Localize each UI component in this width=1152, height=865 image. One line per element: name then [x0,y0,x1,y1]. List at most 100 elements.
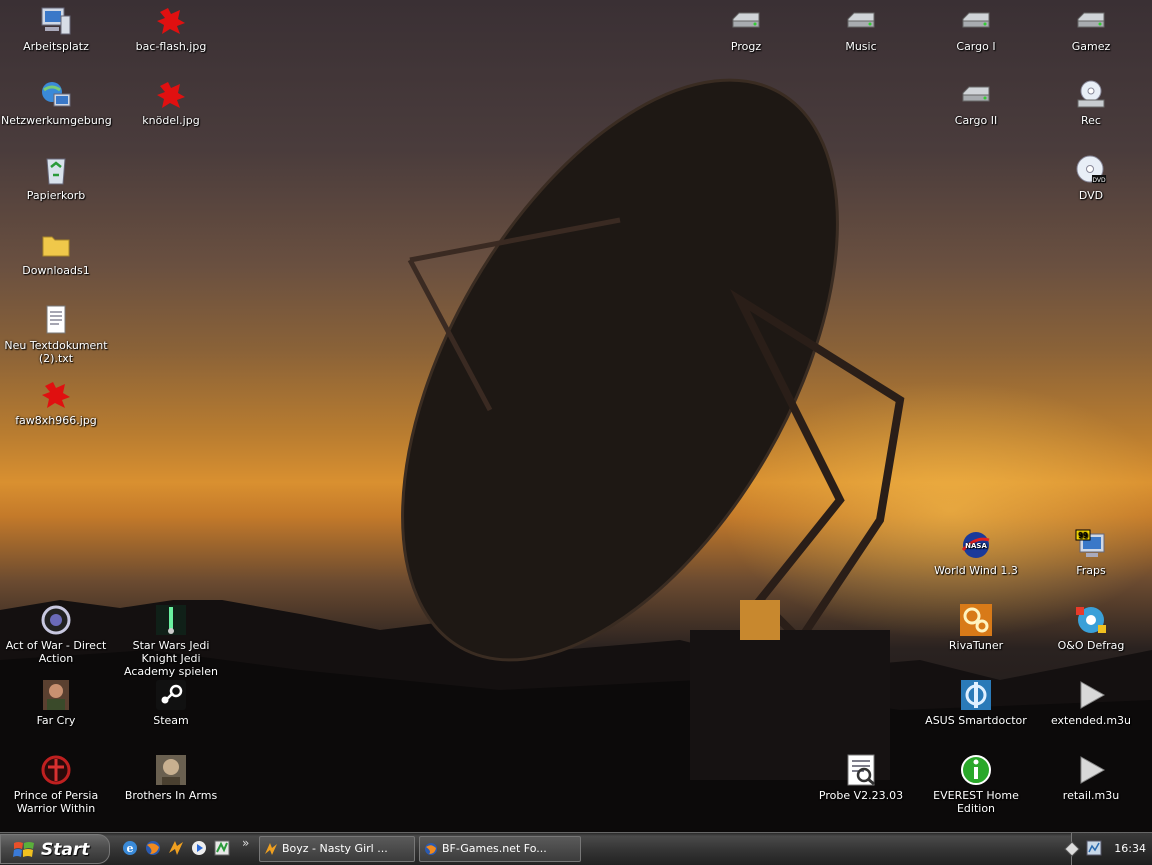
desktop-icon-netzwerkumgebung[interactable]: Netzwerkumgebung [1,78,112,127]
desktop-icon-oo-defrag[interactable]: O&O Defrag [1036,603,1146,652]
desktop-icon-knoedel[interactable]: knödel.jpg [116,78,226,127]
desktop-icon-cargo-i[interactable]: Cargo I [921,4,1031,53]
gears-icon [960,604,992,636]
network-icon [42,82,71,107]
probe-icon [847,754,875,786]
game-icon [43,680,69,710]
icon-label: knödel.jpg [142,114,200,127]
my-computer-icon [41,7,71,35]
svg-text:99: 99 [1078,531,1088,540]
desktop-icon-rec[interactable]: Rec [1036,78,1146,127]
desktop-icon-everest[interactable]: EVEREST Home Edition [921,753,1031,815]
asus-icon [961,680,991,710]
desktop-icon-brothers-in-arms[interactable]: Brothers In Arms [116,753,226,802]
game-icon [41,755,71,785]
desktop-icon-prince-of-persia[interactable]: Prince of Persia Warrior Within [1,753,111,815]
icon-label: Arbeitsplatz [23,40,89,53]
desktop-icon-faw8xh966[interactable]: faw8xh966.jpg [1,378,111,427]
icon-label: Neu Textdokument (2).txt [4,339,108,365]
icon-label: Probe V2.23.03 [818,789,904,802]
icon-label: Papierkorb [26,189,86,202]
task-button-boyz[interactable]: Boyz - Nasty Girl ... [259,836,415,862]
ie-icon[interactable]: e [121,839,139,857]
icon-label: bac-flash.jpg [135,40,207,53]
icon-label: RivaTuner [948,639,1004,652]
desktop-icon-dvd[interactable]: DVD DVD [1036,153,1146,202]
game-icon [156,755,186,785]
icon-label: Netzwerkumgebung [1,114,112,127]
jpg-file-icon [157,82,185,108]
icon-label: Brothers In Arms [124,789,218,802]
icon-label: Progz [730,40,762,53]
desktop: Arbeitsplatz bac-flash.jpg Netzwerkumgeb… [0,0,1152,832]
media-player-icon[interactable] [190,839,208,857]
icon-label: Far Cry [36,714,76,727]
icon-label: retail.m3u [1062,789,1120,802]
app-icon[interactable] [213,839,231,857]
desktop-icon-downloads1[interactable]: Downloads1 [1,228,111,277]
recycle-bin-icon [46,158,66,185]
desktop-icon-far-cry[interactable]: Far Cry [1,678,111,727]
drive-icon [847,12,875,28]
desktop-icon-rivatuner[interactable]: RivaTuner [921,603,1031,652]
desktop-icon-papierkorb[interactable]: Papierkorb [1,153,111,202]
desktop-icon-cargo-ii[interactable]: Cargo II [921,78,1031,127]
svg-text:e: e [127,842,134,855]
desktop-icon-jedi-academy[interactable]: Star Wars Jedi Knight Jedi Academy spiel… [116,603,226,678]
game-icon [156,605,186,635]
game-icon [41,605,71,635]
info-icon [961,755,991,785]
tray-app-icon[interactable] [1086,840,1102,856]
desktop-icon-progz[interactable]: Progz [691,4,801,53]
jpg-file-icon [42,382,70,408]
winamp-icon [265,843,277,855]
desktop-icon-bac-flash[interactable]: bac-flash.jpg [116,4,226,53]
drive-icon [962,86,990,102]
tray-diamond-icon[interactable] [1064,841,1080,857]
icon-label: Star Wars Jedi Knight Jedi Academy spiel… [124,639,218,678]
icon-label: faw8xh966.jpg [15,414,97,427]
desktop-icon-music[interactable]: Music [806,4,916,53]
cd-drive-icon [1077,80,1105,108]
firefox-icon[interactable] [144,839,162,857]
desktop-icon-gamez[interactable]: Gamez [1036,4,1146,53]
steam-icon [156,680,186,710]
drive-icon [732,12,760,28]
icon-label: Cargo II [954,114,998,127]
icon-label: World Wind 1.3 [934,564,1018,577]
folder-icon [42,236,70,257]
desktop-icon-act-of-war[interactable]: Act of War - Direct Action [1,603,111,665]
desktop-icon-world-wind[interactable]: NASA World Wind 1.3 [921,528,1031,577]
desktop-icon-asus-smartdoctor[interactable]: ASUS Smartdoctor [921,678,1031,727]
icon-label: extended.m3u [1050,714,1132,727]
task-label: Boyz - Nasty Girl ... [282,842,388,855]
quick-launch-more[interactable]: » [242,836,249,850]
jpg-file-icon [157,8,185,34]
desktop-icon-fraps[interactable]: 99 Fraps [1036,528,1146,577]
icon-label: Downloads1 [22,264,90,277]
windows-logo-icon [13,842,34,857]
icon-label: O&O Defrag [1057,639,1125,652]
winamp-icon[interactable] [167,839,185,857]
icon-label: Fraps [1076,564,1106,577]
taskbar: Start e » Boyz - Nasty Girl ... BF-Games… [0,832,1152,865]
nasa-icon: NASA [961,532,990,558]
icon-label: Steam [153,714,189,727]
clock[interactable]: 16:34 [1114,842,1146,855]
dvd-drive-icon: DVD [1076,155,1106,184]
drive-icon [962,12,990,28]
desktop-icon-retail-m3u[interactable]: retail.m3u [1036,753,1146,802]
icon-label: Cargo I [956,40,996,53]
defrag-icon [1076,607,1106,633]
firefox-icon [425,843,437,855]
desktop-icon-probe[interactable]: Probe V2.23.03 [806,753,916,802]
start-button[interactable]: Start [0,834,110,864]
desktop-icon-arbeitsplatz[interactable]: Arbeitsplatz [1,4,111,53]
desktop-icon-neu-textdokument[interactable]: Neu Textdokument (2).txt [1,303,111,365]
radio-telescope-wallpaper [401,78,905,780]
desktop-icon-steam[interactable]: Steam [116,678,226,727]
desktop-icon-extended-m3u[interactable]: extended.m3u [1036,678,1146,727]
task-button-bf-games[interactable]: BF-Games.net Fo... [419,836,581,862]
drive-icon [1077,12,1105,28]
svg-text:DVD: DVD [1092,177,1106,184]
